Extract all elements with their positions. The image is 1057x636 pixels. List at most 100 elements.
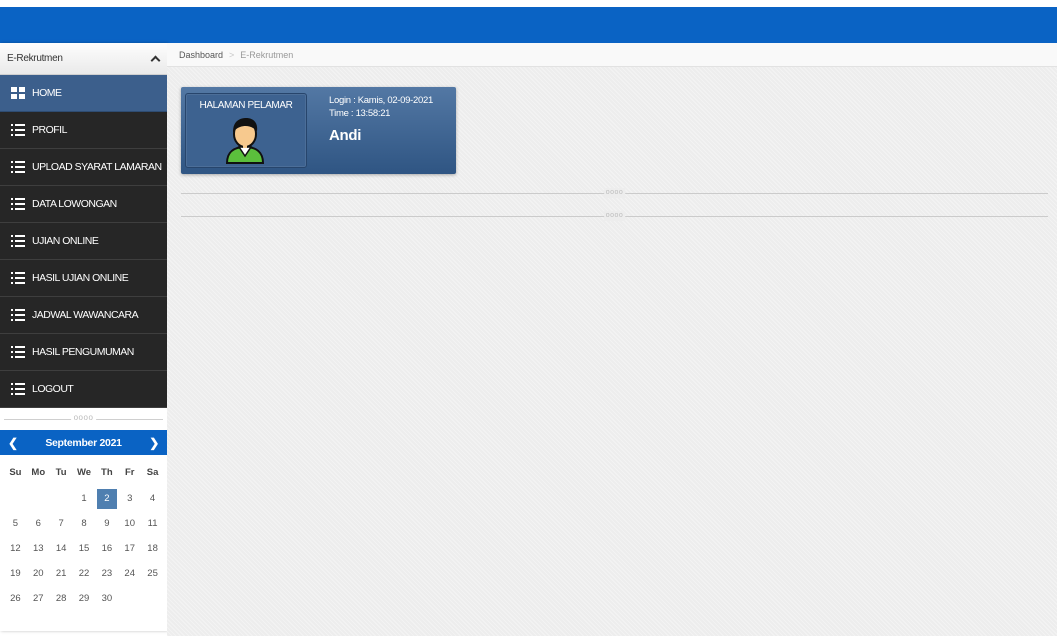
sidebar-item-hasil-pengumuman[interactable]: HASIL PENGUMUMAN [0, 334, 167, 371]
calendar-day-number: 28 [55, 593, 67, 604]
calendar-day[interactable]: 21 [50, 561, 73, 586]
breadcrumb-current: E-Rekrutmen [240, 49, 294, 60]
login-date: Login : Kamis, 02-09-2021 [329, 95, 433, 106]
sidebar-item-label: UJIAN ONLINE [32, 235, 99, 247]
calendar-day[interactable]: 17 [118, 536, 141, 561]
calendar-empty-cell [4, 486, 27, 511]
calendar-day[interactable]: 2 [95, 486, 118, 511]
calendar-day[interactable]: 24 [118, 561, 141, 586]
calendar-day[interactable]: 18 [141, 536, 164, 561]
calendar-day-number: 19 [10, 568, 21, 579]
login-time: Time : 13:58:21 [329, 108, 391, 119]
calendar-day[interactable]: 10 [118, 511, 141, 536]
grid-icon [11, 87, 25, 99]
sidebar-item-label: LOGOUT [32, 383, 74, 395]
calendar-day-number: 10 [124, 518, 135, 529]
calendar-day[interactable]: 22 [73, 561, 96, 586]
calendar-day-number: 25 [147, 568, 158, 579]
calendar-day[interactable]: 14 [50, 536, 73, 561]
calendar-day[interactable]: 15 [73, 536, 96, 561]
calendar-day[interactable]: 7 [50, 511, 73, 536]
content-separator: oooo [181, 188, 1048, 198]
sidebar-item-label: PROFIL [32, 124, 67, 136]
sidebar-item-label: DATA LOWONGAN [32, 198, 117, 210]
calendar-day-number: 16 [101, 543, 113, 554]
calendar-weekday: Sa [146, 467, 159, 478]
calendar-day[interactable]: 1 [73, 486, 96, 511]
calendar-day[interactable]: 13 [27, 536, 50, 561]
calendar-day-number: 9 [104, 518, 110, 529]
calendar-weekday: Th [101, 467, 113, 478]
calendar-empty-cell [50, 486, 73, 511]
calendar-grid: Su Mo Tu We Th Fr Sa 1 2 3 4 5 6 7 8 9 10 11 12 13 14 15 16 17 1… [0, 455, 167, 611]
calendar-day-number: 7 [58, 518, 64, 529]
sidebar-item-ujian-online[interactable]: UJIAN ONLINE [0, 223, 167, 260]
calendar-day[interactable]: 16 [95, 536, 118, 561]
chevron-right-icon[interactable]: ❯ [149, 436, 159, 450]
divider-ornament: oooo [70, 413, 97, 422]
sidebar-divider: oooo [0, 408, 167, 430]
calendar-day-number: 20 [32, 568, 44, 579]
calendar-day[interactable]: 11 [141, 511, 164, 536]
sidebar-item-label: JADWAL WAWANCARA [32, 309, 139, 321]
sidebar-item-home[interactable]: HOME [0, 75, 167, 112]
calendar-day[interactable]: 19 [4, 561, 27, 586]
sidebar-item-hasil-ujian-online[interactable]: HASIL UJIAN ONLINE [0, 260, 167, 297]
calendar-month-label: September 2021 [45, 436, 122, 449]
calendar-day[interactable]: 23 [95, 561, 118, 586]
calendar-day-number: 24 [124, 568, 135, 579]
calendar-day[interactable]: 27 [27, 586, 50, 611]
sidebar: E-Rekrutmen HOME PROFIL UPLOAD SYARAT LAMA… [0, 43, 167, 631]
sidebar-header[interactable]: E-Rekrutmen [0, 43, 167, 75]
calendar-day[interactable]: 26 [4, 586, 27, 611]
list-icon [11, 124, 25, 136]
calendar-day[interactable]: 29 [73, 586, 96, 611]
sidebar-item-upload-syarat-lamaran[interactable]: UPLOAD SYARAT LAMARAN [0, 149, 167, 186]
calendar-day[interactable]: 20 [27, 561, 50, 586]
sidebar-item-label: HASIL PENGUMUMAN [32, 346, 134, 358]
calendar-day-number: 3 [127, 493, 133, 504]
breadcrumb-dashboard[interactable]: Dashboard [179, 50, 223, 60]
calendar-empty-cell [118, 586, 141, 611]
calendar-day-number: 18 [147, 543, 158, 554]
sidebar-item-jadwal-wawancara[interactable]: JADWAL WAWANCARA [0, 297, 167, 334]
calendar-weekday: Su [9, 467, 22, 478]
calendar-day-number: 4 [149, 493, 156, 504]
list-icon [11, 346, 25, 358]
user-name: Andi [329, 127, 362, 144]
calendar-day-number: 17 [124, 543, 135, 554]
calendar-day[interactable]: 28 [50, 586, 73, 611]
calendar-day-number: 11 [147, 518, 158, 529]
calendar-day[interactable]: 8 [73, 511, 96, 536]
breadcrumb: Dashboard > E-Rekrutmen [167, 43, 1057, 67]
calendar-header: ❮ September 2021 ❯ [0, 430, 167, 455]
calendar-day-number: 13 [32, 543, 44, 554]
sidebar-item-data-lowongan[interactable]: DATA LOWONGAN [0, 186, 167, 223]
calendar-day[interactable]: 6 [27, 511, 50, 536]
separator-ornament: oooo [603, 211, 626, 221]
list-icon [11, 235, 25, 247]
list-icon [11, 198, 25, 210]
calendar-day[interactable]: 5 [4, 511, 27, 536]
calendar-weekday: Tu [55, 467, 67, 478]
calendar-empty-cell [141, 586, 164, 611]
user-info: Login : Kamis, 02-09-2021 Time : 13:58:2… [329, 94, 433, 144]
calendar-day-number: 21 [55, 568, 67, 579]
calendar-day[interactable]: 25 [141, 561, 164, 586]
calendar-day[interactable]: 12 [4, 536, 27, 561]
content-separator: oooo [181, 211, 1048, 221]
chevron-left-icon[interactable]: ❮ [8, 436, 18, 450]
list-icon [11, 309, 25, 321]
photo-title: HALAMAN PELAMAR [199, 100, 293, 111]
sidebar-item-profil[interactable]: PROFIL [0, 112, 167, 149]
chevron-up-icon[interactable] [150, 55, 161, 66]
calendar-day[interactable]: 30 [95, 586, 118, 611]
main-content: Dashboard > E-Rekrutmen HALAMAN PELAMAR … [167, 43, 1057, 636]
calendar-day-number: 15 [78, 543, 90, 554]
calendar-day[interactable]: 4 [141, 486, 164, 511]
sidebar-item-logout[interactable]: LOGOUT [0, 371, 167, 408]
calendar-day-number: 1 [81, 493, 87, 504]
calendar-empty-cell [27, 486, 50, 511]
calendar-day[interactable]: 9 [95, 511, 118, 536]
calendar-day[interactable]: 3 [118, 486, 141, 511]
